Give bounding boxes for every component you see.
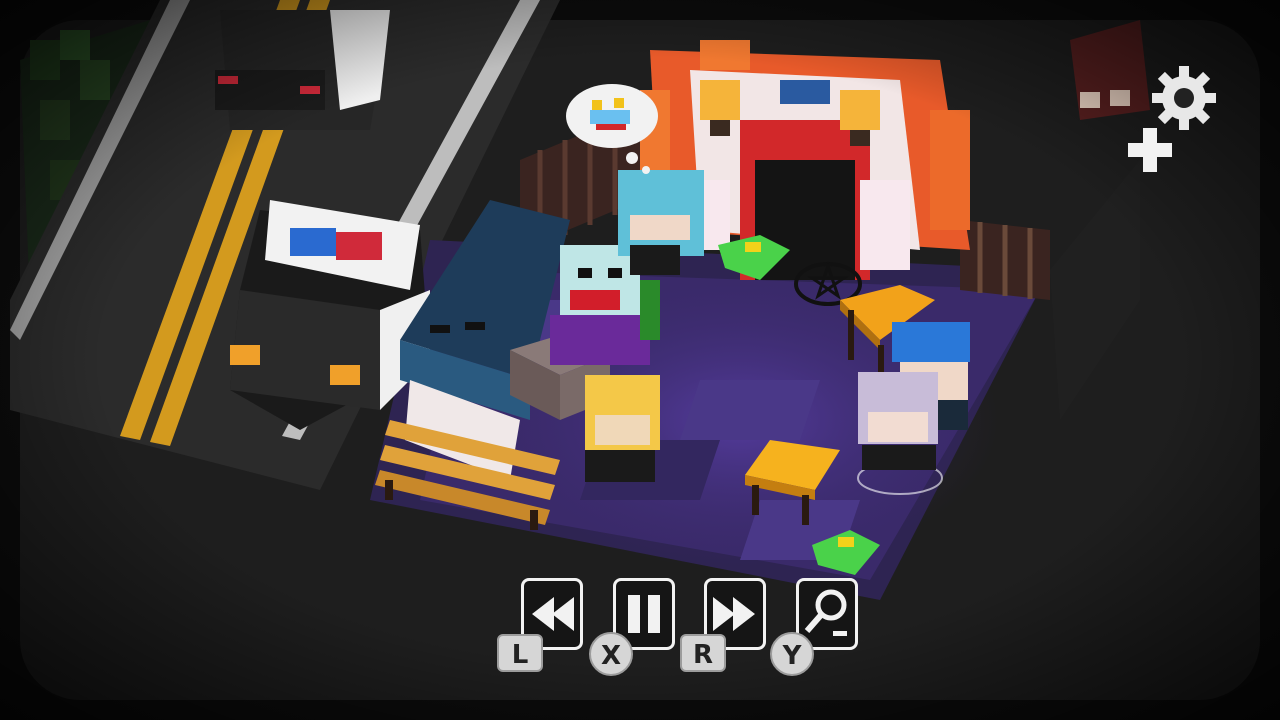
key-hint-pause: X (589, 632, 633, 676)
zoom-out-icon (804, 589, 847, 636)
add-button[interactable] (1124, 124, 1176, 176)
blonde-character (585, 375, 660, 482)
plus-icon (1128, 128, 1172, 172)
key-hint-zoom-out: Y (770, 632, 814, 676)
key-hint-rewind: L (497, 634, 543, 672)
key-hint-fast-forward: R (680, 634, 726, 672)
parked-car (215, 10, 390, 130)
